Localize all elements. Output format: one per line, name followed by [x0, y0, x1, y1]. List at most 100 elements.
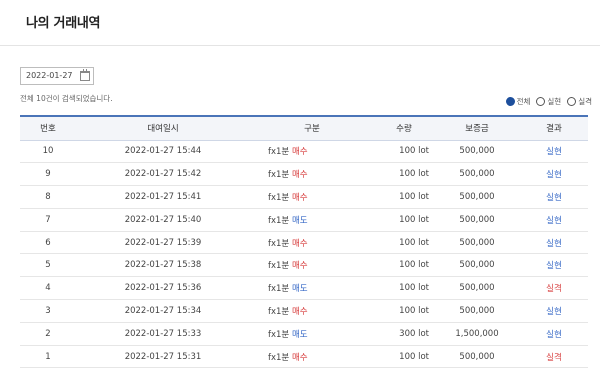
cell-qty: 100 lot — [399, 305, 429, 316]
cell-no: 9 — [45, 169, 51, 180]
product-label: fx1분 — [268, 192, 290, 203]
page-header: 나의 거래내역 — [0, 0, 600, 46]
col-header-date: 대여일시 — [147, 124, 179, 135]
product-label: fx1분 — [268, 147, 290, 158]
product-label: fx1분 — [268, 261, 290, 272]
col-header-type: 구분 — [304, 124, 320, 135]
cell-date: 2022-01-27 15:33 — [124, 328, 202, 339]
filter-label: 실현 — [547, 97, 562, 106]
cell-result: 실격 — [546, 284, 562, 295]
cell-deposit: 500,000 — [459, 305, 495, 316]
trade-side: 매수 — [291, 192, 308, 203]
cell-result: 실현 — [546, 215, 562, 226]
cell-type: fx1분 매수 — [250, 231, 374, 254]
col-header-qty: 수량 — [396, 124, 412, 135]
cell-no: 1 — [45, 351, 51, 362]
cell-date: 2022-01-27 15:44 — [124, 146, 202, 157]
cell-type: fx1분 매수 — [250, 254, 374, 277]
cell-deposit: 1,500,000 — [455, 328, 499, 339]
cell-qty: 100 lot — [399, 260, 429, 271]
trade-side: 매수 — [291, 352, 308, 363]
trade-side: 매수 — [291, 306, 308, 317]
cell-date: 2022-01-27 15:39 — [124, 237, 202, 248]
radio-icon[interactable] — [536, 97, 546, 106]
cell-deposit: 500,000 — [459, 283, 495, 294]
product-label: fx1분 — [268, 170, 290, 181]
cell-result: 실현 — [546, 261, 562, 272]
col-header-no: 번호 — [40, 124, 56, 135]
cell-date: 2022-01-27 15:36 — [124, 283, 202, 294]
product-label: fx1분 — [268, 329, 290, 340]
calendar-icon[interactable] — [80, 69, 90, 81]
cell-type: fx1분 매도 — [250, 322, 374, 345]
cell-result: 실현 — [546, 192, 562, 203]
result-filter-group: 전체 실현 실격 — [505, 96, 592, 107]
cell-no: 4 — [45, 283, 51, 294]
cell-deposit: 500,000 — [459, 191, 495, 202]
col-header-result: 결과 — [546, 124, 562, 135]
cell-deposit: 500,000 — [459, 169, 495, 180]
trade-side: 매수 — [291, 238, 308, 249]
table-row: 5 2022-01-27 15:38 fx1분 매수 100 lot 500,000 실현 — [20, 254, 588, 277]
cell-qty: 100 lot — [399, 146, 429, 157]
product-label: fx1분 — [268, 306, 290, 317]
product-label: fx1분 — [268, 238, 290, 249]
filter-label: 전체 — [516, 97, 531, 106]
filter-label: 실격 — [578, 97, 592, 106]
table-row: 6 2022-01-27 15:39 fx1분 매수 100 lot 500,000 실현 — [20, 231, 588, 254]
date-value: 2022-01-27 — [26, 71, 73, 80]
cell-date: 2022-01-27 15:38 — [124, 260, 202, 271]
cell-no: 6 — [45, 237, 51, 248]
table-row: 7 2022-01-27 15:40 fx1분 매도 100 lot 500,000 실현 — [20, 208, 588, 232]
cell-qty: 100 lot — [399, 237, 429, 248]
cell-type: fx1분 매도 — [250, 208, 374, 231]
cell-no: 7 — [45, 214, 51, 225]
cell-qty: 300 lot — [399, 328, 429, 339]
filter-realized[interactable]: 실현 — [536, 96, 561, 107]
cell-date: 2022-01-27 15:42 — [124, 169, 202, 180]
trade-side: 매수 — [291, 170, 308, 181]
cell-date: 2022-01-27 15:40 — [124, 214, 202, 225]
radio-icon[interactable] — [567, 97, 577, 106]
cell-result: 실현 — [546, 329, 562, 340]
table-body: 10 2022-01-27 15:44 fx1분 매수 100 lot 500,000 실… — [20, 140, 588, 368]
cell-qty: 100 lot — [399, 214, 429, 225]
trade-side: 매수 — [291, 261, 308, 272]
filter-disqualified[interactable]: 실격 — [567, 96, 592, 107]
cell-type: fx1분 매수 — [250, 345, 374, 368]
cell-qty: 100 lot — [399, 191, 429, 202]
cell-result: 실현 — [546, 306, 562, 317]
product-label: fx1분 — [268, 352, 290, 363]
result-count-text: 전체 10건이 검색되었습니다. — [20, 94, 113, 103]
cell-result: 실현 — [546, 170, 562, 181]
cell-type: fx1분 매수 — [250, 140, 374, 163]
date-picker-input[interactable]: 2022-01-27 — [20, 67, 94, 85]
col-header-deposit: 보증금 — [465, 124, 489, 135]
cell-type: fx1분 매도 — [250, 277, 374, 300]
cell-type: fx1분 매수 — [250, 163, 374, 186]
cell-qty: 100 lot — [399, 169, 429, 180]
trade-side: 매도 — [291, 215, 308, 226]
cell-type: fx1분 매수 — [250, 300, 374, 323]
cell-type: fx1분 매수 — [250, 186, 374, 209]
radio-icon[interactable] — [505, 97, 515, 106]
filter-all[interactable]: 전체 — [505, 96, 531, 107]
cell-result: 실현 — [546, 238, 562, 249]
cell-date: 2022-01-27 15:41 — [124, 191, 202, 202]
cell-no: 5 — [45, 260, 51, 271]
table-row: 9 2022-01-27 15:42 fx1분 매수 100 lot 500,000 실현 — [20, 163, 588, 186]
table-header-row: 번호 대여일시 구분 수량 보증금 결과 — [20, 116, 588, 140]
product-label: fx1분 — [268, 215, 290, 226]
cell-date: 2022-01-27 15:34 — [124, 305, 202, 316]
cell-no: 2 — [45, 328, 51, 339]
cell-no: 3 — [45, 305, 51, 316]
page-title: 나의 거래내역 — [26, 16, 101, 31]
cell-qty: 100 lot — [399, 351, 429, 362]
cell-deposit: 500,000 — [459, 260, 495, 271]
cell-deposit: 500,000 — [459, 351, 495, 362]
cell-no: 8 — [45, 191, 51, 202]
cell-result: 실격 — [546, 352, 562, 363]
trade-side: 매도 — [291, 284, 308, 295]
product-label: fx1분 — [268, 284, 290, 295]
table-row: 8 2022-01-27 15:41 fx1분 매수 100 lot 500,000 실현 — [20, 186, 588, 209]
